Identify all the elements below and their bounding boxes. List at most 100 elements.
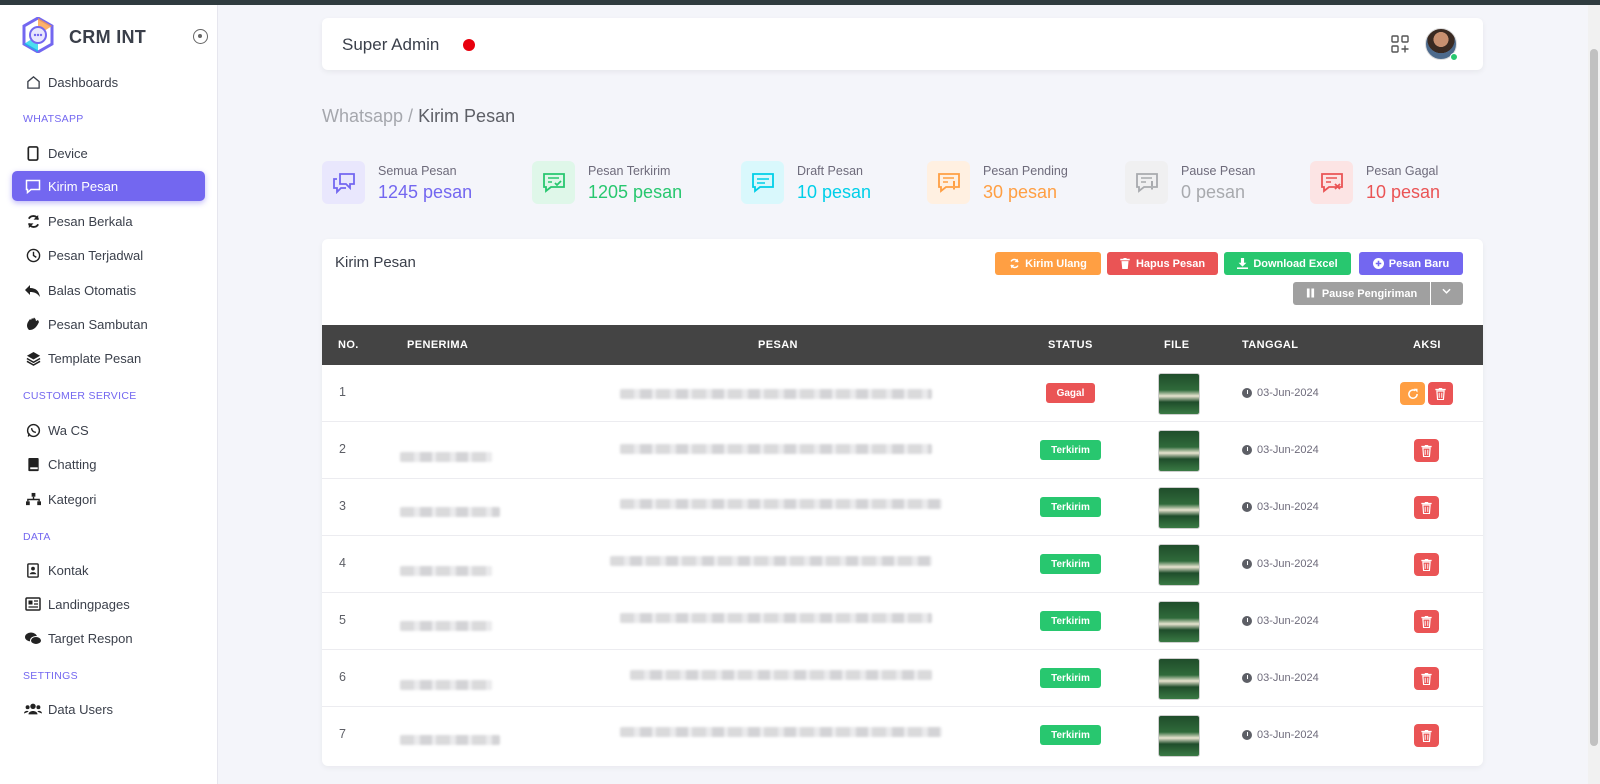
- sidebar-item-data-users[interactable]: Data Users: [12, 694, 205, 724]
- sidebar-item-template-pesan[interactable]: Template Pesan: [12, 343, 205, 373]
- message-preview-redacted: [620, 727, 942, 737]
- clock-icon: [24, 246, 42, 264]
- clock-icon: [1242, 673, 1252, 683]
- row-date: 03-Jun-2024: [1242, 729, 1319, 741]
- table-row: 3 Terkirim 03-Jun-2024: [322, 479, 1483, 536]
- wave-hand-icon: [24, 315, 42, 333]
- chat-bubbles-icon: [322, 161, 365, 204]
- row-date: 03-Jun-2024: [1242, 672, 1319, 684]
- users-icon: [24, 700, 42, 718]
- trash-icon: [1421, 729, 1432, 742]
- stat-label: Draft Pesan: [797, 164, 864, 178]
- recipient-redacted: [400, 507, 500, 517]
- brand[interactable]: CRM INT: [20, 15, 215, 59]
- breadcrumb-separator: /: [403, 106, 419, 126]
- sidebar-item-label: Kontak: [48, 562, 89, 578]
- sidebar-section-customer-service: CUSTOMER SERVICE: [23, 390, 137, 402]
- column-header-message: PESAN: [758, 339, 798, 351]
- row-number: 2: [339, 442, 346, 456]
- sidebar-item-landingpages[interactable]: Landingpages: [12, 589, 205, 619]
- recipient-redacted: [400, 621, 492, 631]
- sidebar: CRM INT Dashboards WHATSAPP Device Kirim…: [0, 5, 218, 784]
- pause-sending-button[interactable]: Pause Pengiriman: [1293, 282, 1430, 305]
- new-message-button[interactable]: Pesan Baru: [1359, 252, 1463, 275]
- sidebar-item-pesan-berkala[interactable]: Pesan Berkala: [12, 206, 205, 236]
- brand-name: CRM INT: [69, 27, 147, 47]
- sidebar-item-chatting[interactable]: Chatting: [12, 449, 205, 479]
- file-thumbnail[interactable]: [1158, 601, 1200, 643]
- column-header-file: FILE: [1164, 339, 1190, 351]
- message-x-icon: [1310, 161, 1353, 204]
- delete-row-button[interactable]: [1428, 382, 1453, 405]
- contact-book-icon: [24, 561, 42, 579]
- delete-row-button[interactable]: [1414, 610, 1439, 633]
- sidebar-item-kontak[interactable]: Kontak: [12, 555, 205, 585]
- breadcrumb-parent[interactable]: Whatsapp: [322, 106, 403, 126]
- column-header-recipient: PENERIMA: [407, 339, 469, 351]
- page-scrollbar[interactable]: [1588, 5, 1600, 784]
- delete-row-button[interactable]: [1414, 553, 1439, 576]
- delete-messages-button[interactable]: Hapus Pesan: [1107, 252, 1218, 275]
- file-thumbnail[interactable]: [1158, 487, 1200, 529]
- stat-value: 10 pesan: [1366, 182, 1441, 202]
- status-badge: Gagal: [1046, 383, 1095, 403]
- stat-value: 0 pesan: [1181, 182, 1246, 202]
- delete-row-button[interactable]: [1414, 496, 1439, 519]
- sidebar-item-kirim-pesan[interactable]: Kirim Pesan: [12, 171, 205, 201]
- status-badge: Terkirim: [1040, 497, 1101, 517]
- file-thumbnail[interactable]: [1158, 715, 1200, 757]
- sidebar-item-pesan-terjadwal[interactable]: Pesan Terjadwal: [12, 240, 205, 270]
- table-row: 4 Terkirim 03-Jun-2024: [322, 536, 1483, 593]
- apps-add-icon[interactable]: [1391, 35, 1409, 53]
- message-preview-redacted: [620, 613, 932, 623]
- stat-value: 10 pesan: [797, 182, 872, 202]
- whatsapp-icon: [24, 421, 42, 439]
- row-number: 4: [339, 556, 346, 570]
- status-badge: Terkirim: [1040, 611, 1101, 631]
- sidebar-item-pesan-sambutan[interactable]: Pesan Sambutan: [12, 309, 205, 339]
- file-thumbnail[interactable]: [1158, 658, 1200, 700]
- delete-row-button[interactable]: [1414, 439, 1439, 462]
- sync-icon: [24, 212, 42, 230]
- row-date: 03-Jun-2024: [1242, 387, 1319, 399]
- plus-circle-icon: [1372, 258, 1384, 269]
- file-thumbnail[interactable]: [1158, 430, 1200, 472]
- breadcrumb: Whatsapp / Kirim Pesan: [322, 106, 515, 127]
- delete-row-button[interactable]: [1414, 724, 1439, 747]
- top-header: Super Admin: [322, 18, 1483, 70]
- sidebar-item-label: Chatting: [48, 456, 97, 472]
- sidebar-item-device[interactable]: Device: [12, 138, 205, 168]
- sidebar-item-label: Data Users: [48, 701, 114, 717]
- sidebar-item-balas-otomatis[interactable]: Balas Otomatis: [12, 275, 205, 305]
- resend-row-button[interactable]: [1400, 382, 1425, 405]
- sidebar-item-label: Pesan Terjadwal: [48, 247, 144, 263]
- connection-status-dot: [463, 39, 475, 51]
- pause-options-dropdown[interactable]: [1431, 282, 1463, 305]
- sidebar-item-target-respon[interactable]: Target Respon: [12, 623, 205, 653]
- table-row: 7 Terkirim 03-Jun-2024: [322, 707, 1483, 764]
- file-thumbnail[interactable]: [1158, 544, 1200, 586]
- brand-logo-icon: [22, 17, 54, 53]
- trash-icon: [1421, 501, 1432, 514]
- message-preview-redacted: [610, 556, 932, 566]
- sidebar-item-dashboards[interactable]: Dashboards: [12, 67, 205, 97]
- breadcrumb-current: Kirim Pesan: [418, 106, 516, 126]
- sidebar-item-kategori[interactable]: Kategori: [12, 484, 205, 514]
- sidebar-item-label: Dashboards: [48, 74, 119, 90]
- status-badge: Terkirim: [1040, 725, 1101, 745]
- row-date: 03-Jun-2024: [1242, 615, 1319, 627]
- file-thumbnail[interactable]: [1158, 373, 1200, 415]
- trash-icon: [1421, 615, 1432, 628]
- message-alert-icon: [927, 161, 970, 204]
- download-excel-button[interactable]: Download Excel: [1224, 252, 1351, 275]
- stat-label: Pesan Pending: [983, 164, 1068, 178]
- book-icon: [24, 455, 42, 473]
- scrollbar-thumb[interactable]: [1590, 49, 1598, 746]
- row-number: 7: [339, 727, 346, 741]
- resend-button[interactable]: Kirim Ulang: [995, 252, 1101, 275]
- sync-icon: [1009, 258, 1020, 269]
- delete-row-button[interactable]: [1414, 667, 1439, 690]
- sidebar-item-label: Pesan Sambutan: [48, 316, 148, 332]
- sidebar-toggle-icon[interactable]: [193, 29, 208, 44]
- sidebar-item-wa-cs[interactable]: Wa CS: [12, 415, 205, 445]
